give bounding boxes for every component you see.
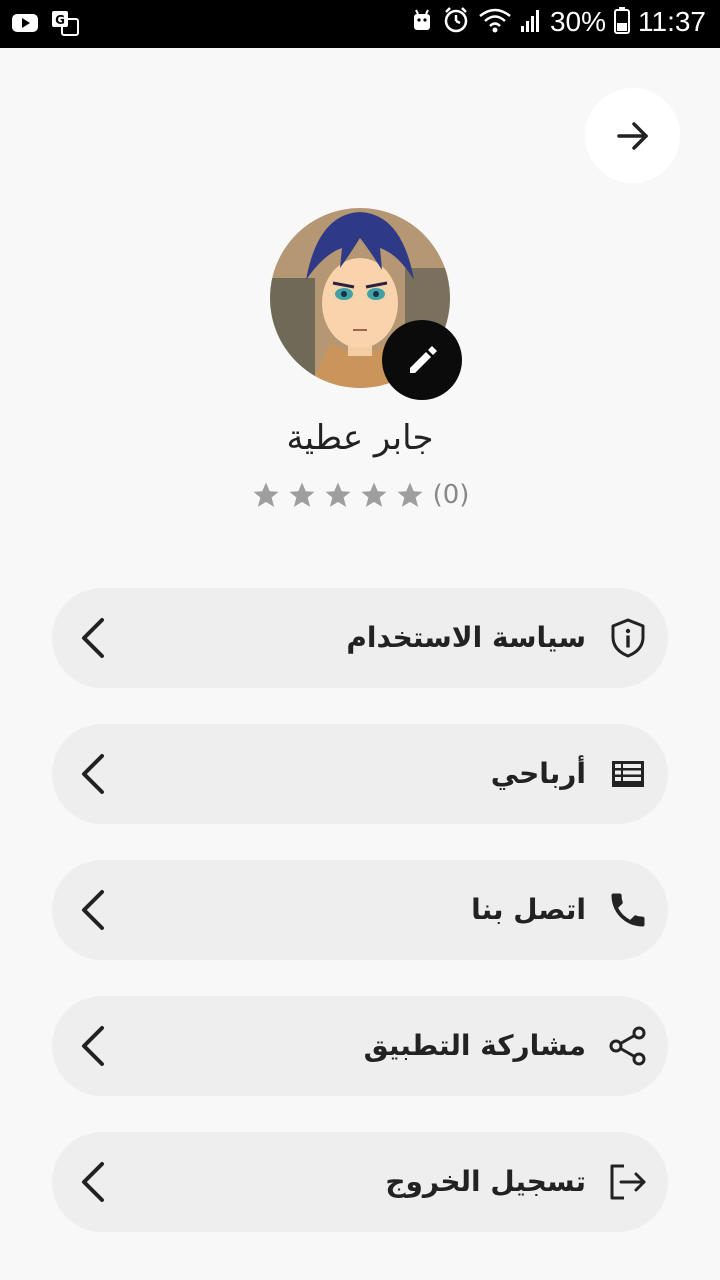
rating: (0) bbox=[0, 480, 720, 510]
share-icon bbox=[609, 1026, 646, 1066]
user-name: جابر عطية bbox=[286, 418, 434, 458]
menu-item-logout[interactable]: تسجيل الخروج bbox=[52, 1132, 668, 1232]
star-icon bbox=[325, 482, 351, 507]
translate-icon: G bbox=[50, 8, 80, 42]
rating-stars bbox=[251, 480, 425, 510]
arrow-right-icon bbox=[616, 121, 648, 150]
alarm-icon bbox=[442, 6, 470, 38]
battery-percent: 30% bbox=[549, 6, 606, 37]
edit-avatar-button[interactable] bbox=[382, 320, 462, 400]
menu-item-label: اتصل بنا bbox=[471, 893, 586, 926]
chevron-left-icon bbox=[82, 754, 104, 794]
list-icon bbox=[612, 761, 644, 787]
status-bar: G 30% 11:37 bbox=[0, 0, 720, 48]
signal-icon bbox=[520, 6, 542, 38]
clock: 11:37 bbox=[638, 6, 706, 37]
back-button[interactable] bbox=[585, 88, 680, 183]
menu-item-share-app[interactable]: مشاركة التطبيق bbox=[52, 996, 668, 1096]
chevron-left-icon bbox=[82, 890, 104, 930]
chevron-left-icon bbox=[82, 618, 104, 658]
phone-icon bbox=[611, 893, 645, 927]
menu-item-contact-us[interactable]: اتصل بنا bbox=[52, 860, 668, 960]
wifi-icon bbox=[478, 6, 512, 38]
youtube-icon bbox=[10, 8, 40, 42]
menu-item-usage-policy[interactable]: سياسة الاستخدام bbox=[52, 588, 668, 688]
star-icon bbox=[397, 482, 423, 507]
pencil-icon bbox=[410, 346, 437, 373]
menu-item-label: أرباحي bbox=[490, 757, 586, 790]
menu-item-earnings[interactable]: أرباحي bbox=[52, 724, 668, 824]
menu-item-label: تسجيل الخروج bbox=[385, 1165, 586, 1198]
star-icon bbox=[289, 482, 315, 507]
shield-info-icon bbox=[611, 618, 645, 658]
menu-item-label: سياسة الاستخدام bbox=[346, 621, 586, 654]
star-icon bbox=[361, 482, 387, 507]
star-icon bbox=[253, 482, 279, 507]
menu-item-label: مشاركة التطبيق bbox=[363, 1029, 586, 1062]
chevron-left-icon bbox=[82, 1026, 104, 1066]
chevron-left-icon bbox=[82, 1162, 104, 1202]
rating-count: (0) bbox=[432, 480, 470, 510]
battery-icon bbox=[614, 6, 630, 38]
svg-text:G: G bbox=[55, 13, 65, 27]
android-icon bbox=[410, 6, 434, 38]
logout-icon bbox=[610, 1164, 646, 1200]
